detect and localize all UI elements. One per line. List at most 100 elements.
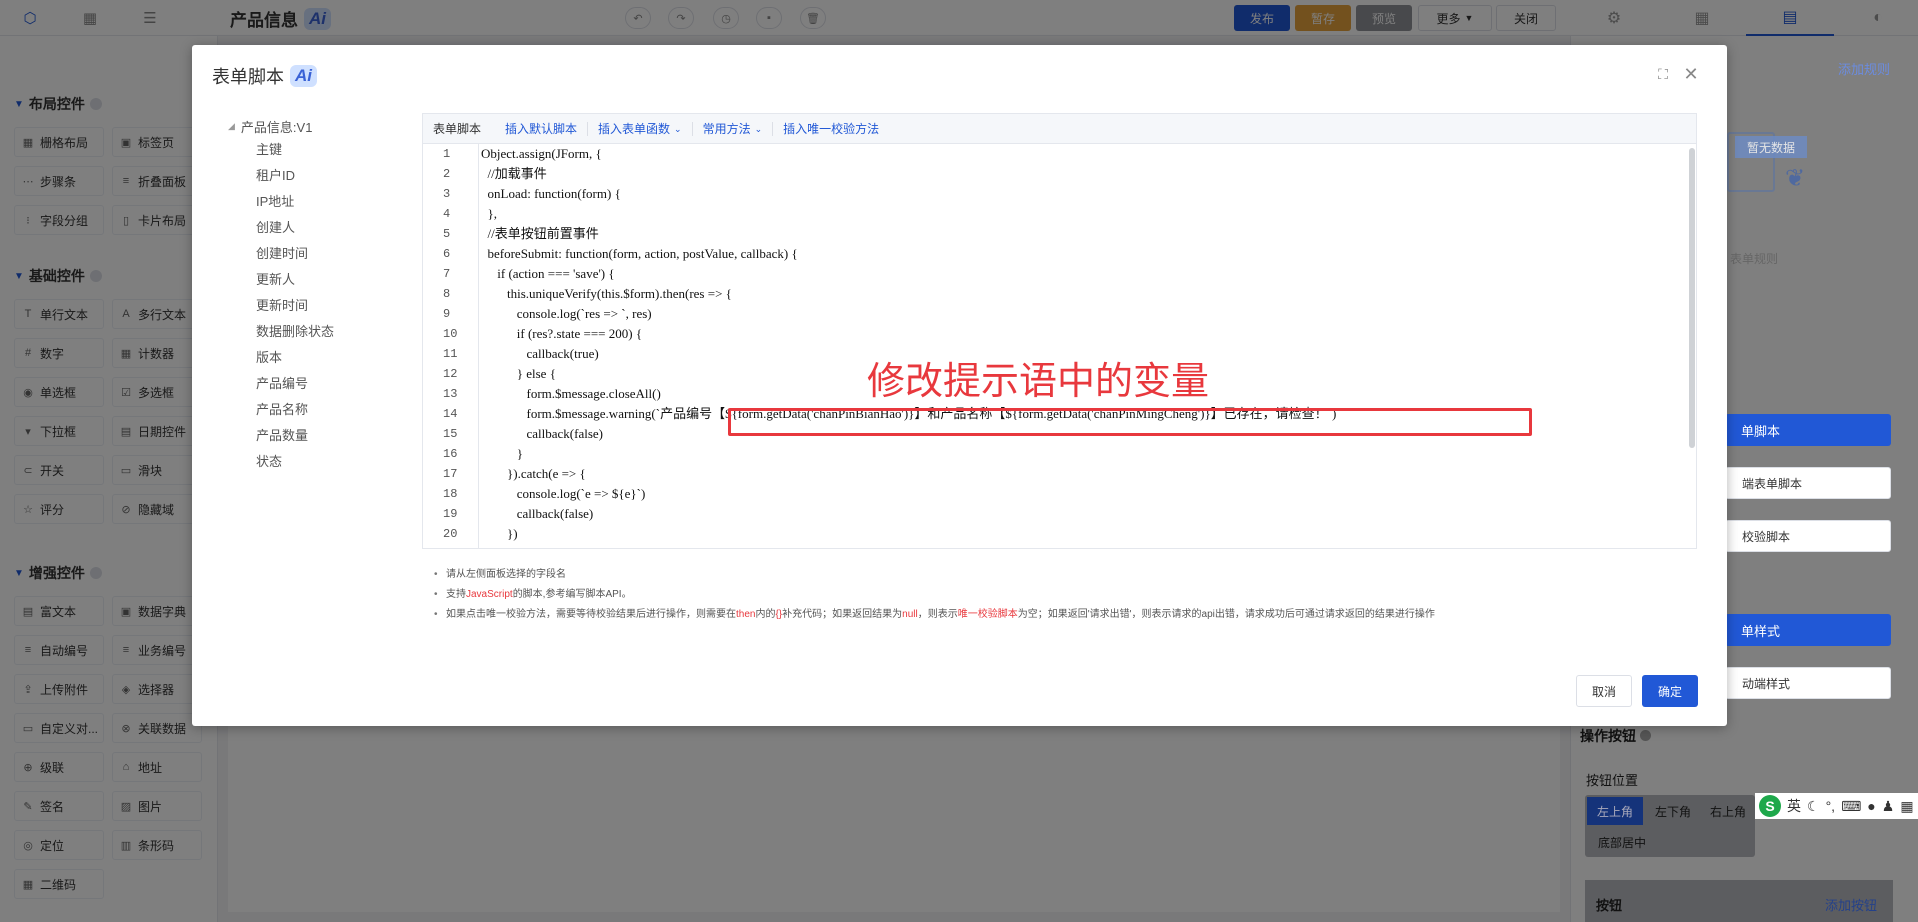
- mobile-form-script-button[interactable]: 端表单脚本: [1725, 467, 1891, 499]
- code-line[interactable]: if (action === 'save') {: [481, 264, 1686, 284]
- insert-form-function[interactable]: 插入表单函数 ⌄: [588, 121, 693, 136]
- tree-field[interactable]: 版本: [256, 345, 388, 371]
- dialog-ai-badge[interactable]: Ai: [290, 65, 317, 87]
- cancel-button[interactable]: 取消: [1576, 675, 1632, 707]
- tree-field[interactable]: 数据删除状态: [256, 319, 388, 345]
- note-text: 内的: [755, 609, 776, 620]
- line-number: 14: [443, 407, 458, 421]
- user-icon[interactable]: ●: [1867, 798, 1875, 814]
- shirt-icon[interactable]: ♟: [1882, 798, 1895, 815]
- editor-toolbar: 表单脚本 插入默认脚本 插入表单函数 ⌄ 常用方法 ⌄ 插入唯一校验方法: [423, 114, 1696, 144]
- tree-field[interactable]: 主键: [256, 137, 388, 163]
- tree-field[interactable]: 租户ID: [256, 163, 388, 189]
- code-area[interactable]: 1 2 3 4 5 6 7 8 9 10 11 12 13 14 15 16 17 18 19 20 Object.a…: [423, 144, 1696, 548]
- tree-field[interactable]: 产品数量: [256, 423, 388, 449]
- tree-field[interactable]: 更新人: [256, 267, 388, 293]
- unique-check-script-button[interactable]: 校验脚本: [1725, 520, 1891, 552]
- keyboard-icon[interactable]: ⌨: [1841, 798, 1861, 815]
- line-number: 9: [443, 307, 451, 321]
- apps-icon[interactable]: ▦: [1900, 798, 1913, 815]
- code-line[interactable]: }): [481, 524, 1686, 544]
- note-text: 的脚本,参考编写脚本API。: [512, 589, 632, 600]
- empty-label: 暂无数据: [1735, 136, 1807, 158]
- moon-icon[interactable]: ☾: [1807, 798, 1820, 815]
- add-button-link[interactable]: 添加按钮: [1825, 895, 1877, 914]
- position-top-left[interactable]: 左上角: [1587, 797, 1643, 825]
- line-number: 17: [443, 467, 458, 481]
- code-line[interactable]: this.uniqueVerify(this.$form).then(res =…: [481, 284, 1686, 304]
- code-line[interactable]: callback(false): [481, 504, 1686, 524]
- code-line[interactable]: }: [481, 444, 1686, 464]
- note-item: 如果点击唯一校验方法，需要等待校验结果后进行操作，则需要在then内的{}补充代…: [432, 605, 1692, 625]
- empty-text: 表单规则: [1730, 252, 1779, 266]
- line-number: 13: [443, 387, 458, 401]
- tree-field[interactable]: 更新时间: [256, 293, 388, 319]
- empty-illustration: 暂无数据 ❦: [1727, 118, 1827, 208]
- insert-unique-check[interactable]: 插入唯一校验方法: [773, 122, 889, 136]
- line-number: 19: [443, 507, 458, 521]
- code-line[interactable]: //加载事件: [481, 164, 1686, 184]
- tree-field[interactable]: IP地址: [256, 189, 388, 215]
- insert-default-script-label: 插入默认脚本: [505, 121, 578, 136]
- dialog-title: 表单脚本 Ai: [212, 63, 317, 89]
- annotation-highlight-box: [728, 408, 1532, 436]
- line-number: 16: [443, 447, 458, 461]
- ime-toolbar: S 英 ☾ °, ⌨ ● ♟ ▦: [1755, 793, 1918, 819]
- tree-field[interactable]: 产品名称: [256, 397, 388, 423]
- line-number: 10: [443, 327, 458, 341]
- tree-field[interactable]: 创建时间: [256, 241, 388, 267]
- editor-scrollbar[interactable]: [1689, 148, 1695, 448]
- plant-icon: ❦: [1785, 165, 1806, 192]
- note-highlight: JavaScript: [466, 589, 513, 600]
- note-highlight: then: [736, 609, 756, 620]
- tree-field[interactable]: 创建人: [256, 215, 388, 241]
- position-bottom-center[interactable]: 底部居中: [1587, 829, 1657, 855]
- line-number: 18: [443, 487, 458, 501]
- line-number: 12: [443, 367, 458, 381]
- add-rule-link[interactable]: 添加规则: [1838, 59, 1890, 78]
- form-script-button[interactable]: 单脚本: [1725, 414, 1891, 446]
- code-line[interactable]: console.log(`e => ${e}`): [481, 484, 1686, 504]
- form-script-dialog: 表单脚本 Ai ⛶ ✕ ◢ 产品信息:V1 主键 租户ID IP地址 创建人 创建时间更…: [192, 45, 1727, 726]
- script-editor: 表单脚本 插入默认脚本 插入表单函数 ⌄ 常用方法 ⌄ 插入唯一校验方法 12345…: [422, 113, 1697, 549]
- fullscreen-icon[interactable]: ⛶: [1652, 63, 1674, 85]
- line-number: 8: [443, 287, 451, 301]
- position-bottom-left[interactable]: 左下角: [1645, 797, 1701, 825]
- line-number: 6: [443, 247, 451, 261]
- note-highlight: null: [902, 609, 918, 620]
- ime-lang[interactable]: 英: [1787, 796, 1801, 816]
- note-text: 补充代码；如果返回结果为: [782, 609, 903, 620]
- insert-default-script[interactable]: 插入默认脚本: [495, 121, 589, 136]
- code-line[interactable]: beforeSubmit: function(form, action, pos…: [481, 244, 1686, 264]
- field-tree: ◢ 产品信息:V1 主键 租户ID IP地址 创建人 创建时间 更新人 更新时间 数据删除状态…: [228, 115, 388, 475]
- form-style-button[interactable]: 单样式: [1725, 614, 1891, 646]
- code-line[interactable]: if (res?.state === 200) {: [481, 324, 1686, 344]
- note-item: 支持JavaScript的脚本,参考编写脚本API。: [432, 585, 1692, 605]
- note-highlight: 唯一校验脚本: [957, 609, 1018, 620]
- punctuation-icon[interactable]: °,: [1826, 798, 1836, 814]
- close-icon[interactable]: ✕: [1680, 63, 1702, 85]
- line-number: 1: [443, 147, 451, 161]
- help-icon: [1639, 730, 1651, 741]
- code-line[interactable]: }).catch(e => {: [481, 464, 1686, 484]
- code-line[interactable]: onLoad: function(form) {: [481, 184, 1686, 204]
- note-text: 请从左侧面板选择的字段名: [446, 569, 566, 580]
- line-number: 11: [443, 347, 458, 361]
- code-line[interactable]: console.log(`res => `, res): [481, 304, 1686, 324]
- sogou-icon[interactable]: S: [1759, 795, 1781, 817]
- code-line[interactable]: Object.assign(JForm, {: [481, 144, 1686, 164]
- code-line[interactable]: },: [481, 204, 1686, 224]
- code-line[interactable]: //表单按钮前置事件: [481, 224, 1686, 244]
- tree-root[interactable]: ◢ 产品信息:V1: [228, 115, 388, 137]
- line-number: 2: [443, 167, 451, 181]
- editor-label: 表单脚本: [433, 122, 482, 136]
- line-numbers: 1 2 3 4 5 6 7 8 9 10 11 12 13 14 15 16 17 18 19 20: [423, 144, 479, 548]
- position-top-right[interactable]: 右上角: [1703, 797, 1753, 825]
- code-lines[interactable]: Object.assign(JForm, { //加载事件 onLoad: fu…: [481, 144, 1686, 548]
- mobile-style-button[interactable]: 动端样式: [1725, 667, 1891, 699]
- tree-field[interactable]: 产品编号: [256, 371, 388, 397]
- common-methods[interactable]: 常用方法 ⌄: [693, 121, 774, 136]
- confirm-button[interactable]: 确定: [1642, 675, 1698, 707]
- tree-root-label: 产品信息:V1: [240, 119, 313, 135]
- tree-field[interactable]: 状态: [256, 449, 388, 475]
